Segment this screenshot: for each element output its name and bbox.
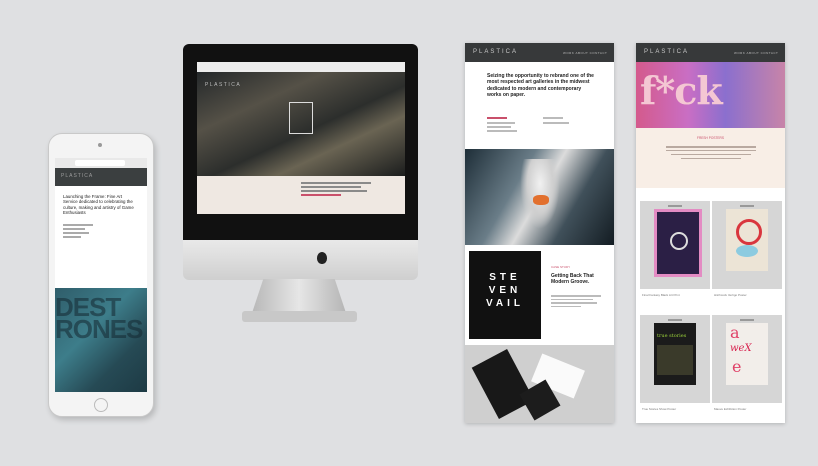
ipad-site-logo[interactable]: PLASTICA [61, 173, 93, 179]
ipad-hero-image: DEST RONES [55, 288, 147, 392]
poster-image: a weX e [726, 323, 768, 385]
stationery-black-card [471, 349, 535, 419]
poster-thumb[interactable] [640, 201, 710, 289]
ipad-url-field[interactable] [75, 160, 125, 166]
page1-hero-photo [465, 149, 614, 245]
imac-display: PLASTICA [183, 44, 418, 251]
ipad-home-button [94, 398, 108, 412]
imac-stand [252, 279, 346, 313]
imac-body-text [301, 182, 371, 198]
poster-caption[interactable]: Hitchcock Vertigo Poster [714, 293, 747, 297]
page1-detail-columns [487, 117, 597, 139]
poster-word: weX [730, 343, 752, 354]
page2-logo[interactable]: PLASTICA [644, 49, 689, 55]
page1-face-figure [520, 159, 560, 229]
page1-nav: PLASTICA WORK ABOUT CONTACT [465, 43, 614, 62]
page1-menu[interactable]: WORK ABOUT CONTACT [563, 51, 607, 55]
page2-hero-text: f*ck [640, 68, 723, 113]
ipad-image-text: DEST RONES [55, 292, 143, 344]
imac-stand-foot [242, 311, 357, 322]
page1-case-title[interactable]: Getting Back That Modern Groove. [551, 273, 607, 285]
brand-line-1: STE [489, 272, 521, 283]
imac-browser-bar [197, 62, 405, 72]
imac-chin [183, 240, 418, 280]
page1-case-body [551, 295, 601, 309]
page2-menu[interactable]: WORK ABOUT CONTACT [734, 51, 778, 55]
page1-brand-block: STE VEN VAIL [469, 251, 541, 339]
imac-hero-image: PLASTICA [197, 72, 405, 176]
ipad-browser-bar [55, 158, 147, 168]
poster-image: true stories [654, 323, 696, 385]
page1-case-tag: CASE STUDY [551, 265, 571, 269]
imac-site-logo[interactable]: PLASTICA [205, 82, 241, 88]
page1-headline: Seizing the opportunity to rebrand one o… [487, 73, 594, 99]
page2-hero: f*ck [636, 62, 785, 128]
brand-line-2: VEN [488, 285, 522, 296]
poster-caption[interactable]: Final Fantasy Black Art Print [642, 293, 680, 297]
poster-caption[interactable]: True Stories Show Poster [642, 407, 676, 411]
ipad-site-nav: PLASTICA [55, 168, 147, 186]
ipad-camera [98, 143, 102, 147]
website-page-case-study: PLASTICA WORK ABOUT CONTACT Seizing the … [465, 43, 614, 423]
poster-image [654, 209, 702, 277]
imac-lower-section [197, 176, 405, 214]
ipad-detail-lines [63, 224, 139, 244]
ipad-headline: Launching the Frame: Fine Art Service de… [63, 194, 134, 216]
page1-orange-accent [533, 195, 549, 205]
page2-intro: FRESH POSTERS [636, 128, 785, 188]
poster-letter-a: a [730, 323, 740, 342]
poster-image [726, 209, 768, 271]
page2-intro-heading: FRESH POSTERS [697, 136, 724, 140]
page1-brand-logo: STE VEN VAIL [473, 271, 537, 310]
page1-logo[interactable]: PLASTICA [473, 49, 518, 55]
brand-line-3: VAIL [485, 298, 525, 309]
poster-title: true stories [657, 333, 687, 339]
apple-logo-icon [317, 252, 327, 264]
page2-nav: PLASTICA WORK ABOUT CONTACT [636, 43, 785, 62]
page2-intro-lines [666, 146, 756, 162]
ipad-device: PLASTICA Launching the Frame: Fine Art S… [48, 133, 154, 417]
imac-screen: PLASTICA [197, 62, 405, 214]
website-page-posters: PLASTICA WORK ABOUT CONTACT f*ck FRESH P… [636, 43, 785, 423]
poster-caption[interactable]: Mauve Exhibition Poster [714, 407, 746, 411]
imac-hero-frame [289, 102, 313, 134]
poster-thumb[interactable] [712, 201, 782, 289]
poster-letter-e: e [732, 357, 742, 376]
poster-thumb[interactable]: a weX e [712, 315, 782, 403]
poster-thumb[interactable]: true stories [640, 315, 710, 403]
page1-stationery-photo [465, 345, 614, 423]
ipad-screen: PLASTICA Launching the Frame: Fine Art S… [55, 158, 147, 392]
